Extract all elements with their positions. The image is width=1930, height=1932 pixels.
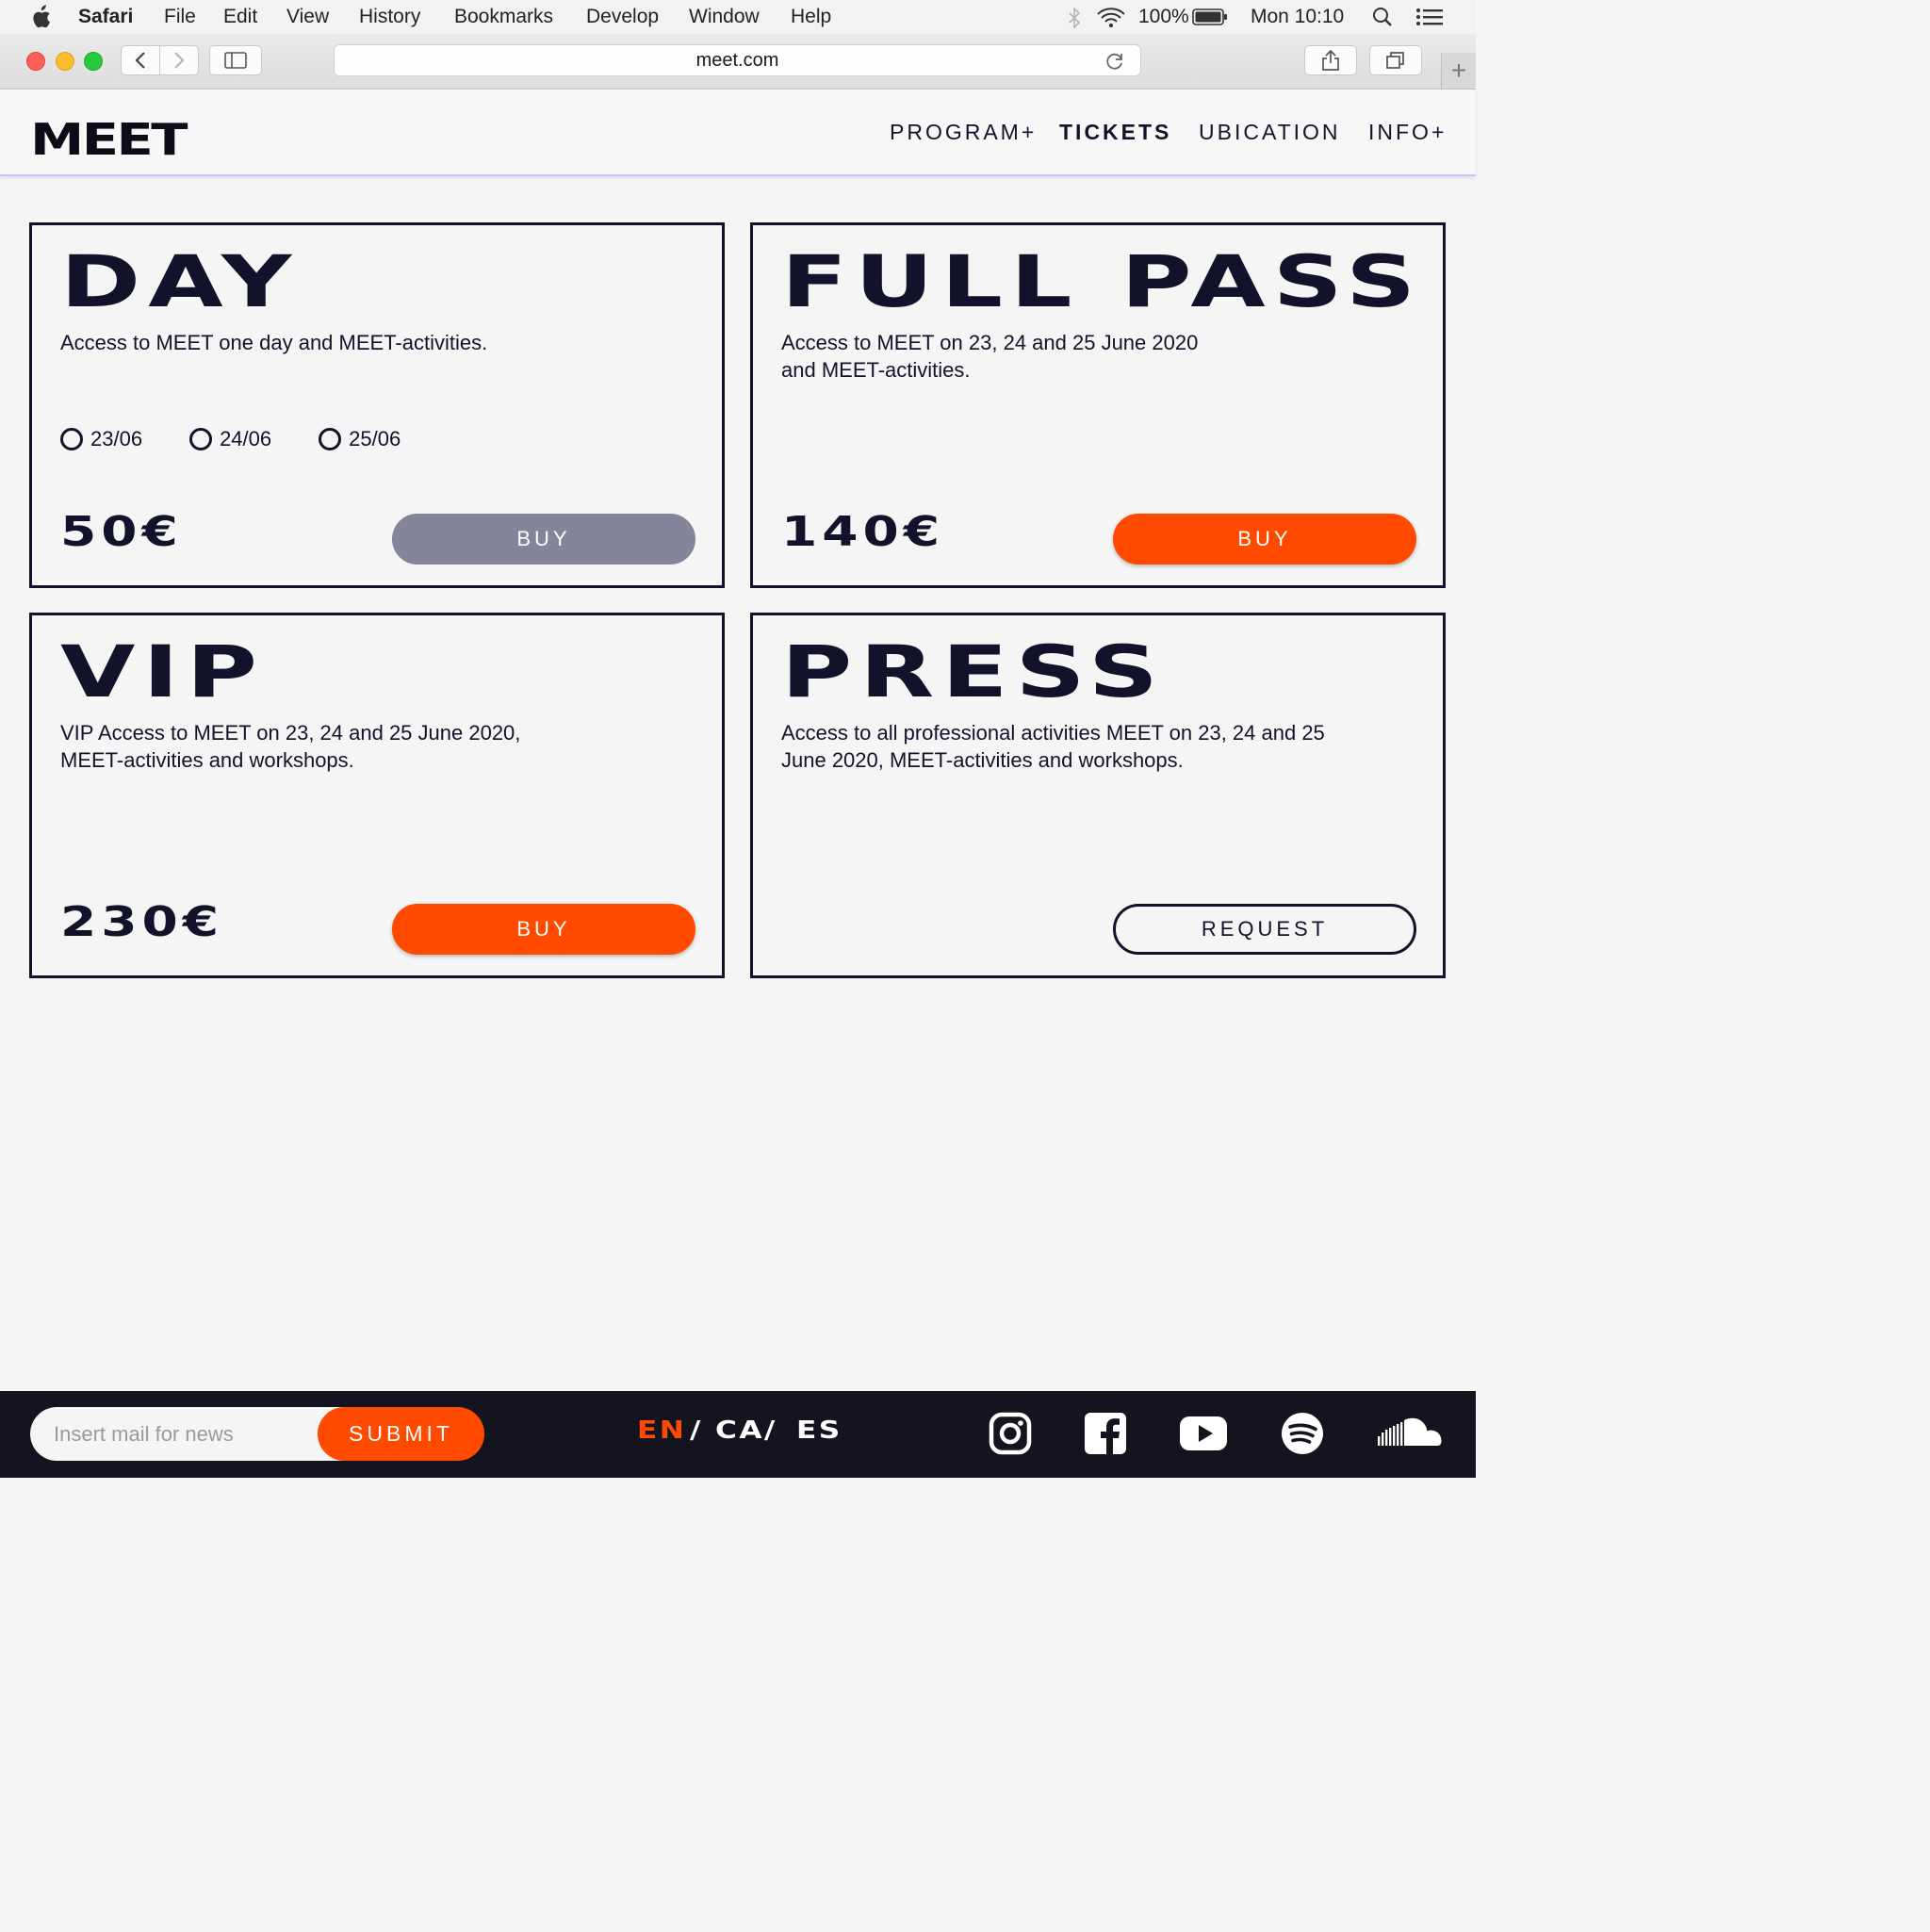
ticket-description: Access to MEET one day and MEET-activiti… [60, 331, 488, 354]
ticket-title: PRESS [781, 630, 1166, 713]
apple-icon[interactable] [30, 5, 51, 29]
radio-button[interactable] [60, 428, 83, 450]
macos-menubar: Safari File Edit View History Bookmarks … [0, 0, 1476, 34]
soundcloud-icon[interactable] [1375, 1412, 1447, 1455]
sidebar-toggle-button[interactable] [209, 45, 262, 75]
ticket-price: 140€ [781, 508, 945, 556]
ticket-price: 230€ [60, 898, 224, 946]
language-en[interactable]: EN [637, 1416, 686, 1445]
chevron-right-icon [174, 52, 185, 69]
ticket-description: Access to all professional activities ME… [781, 719, 1325, 774]
description-line: VIP Access to MEET on 23, 24 and 25 June… [60, 721, 521, 745]
share-button[interactable] [1304, 45, 1357, 75]
buy-button-day[interactable]: BUY [392, 514, 695, 565]
description-line: Access to all professional activities ME… [781, 721, 1325, 745]
battery-icon[interactable] [1192, 8, 1228, 25]
radio-button[interactable] [319, 428, 342, 450]
menu-file[interactable]: File [164, 6, 196, 28]
menu-app-safari[interactable]: Safari [78, 6, 133, 28]
menu-help[interactable]: Help [791, 6, 831, 28]
language-es[interactable]: ES [796, 1416, 842, 1445]
close-window-button[interactable] [26, 52, 45, 71]
ticket-card-press: PRESS Access to all professional activit… [750, 613, 1446, 978]
description-line: and MEET-activities. [781, 358, 971, 382]
site-header: MEET PROGRAM+ TICKETS UBICATION INFO+ [0, 90, 1476, 176]
battery-percent: 100% [1138, 6, 1189, 27]
ticket-description: VIP Access to MEET on 23, 24 and 25 June… [60, 719, 520, 774]
request-button-press[interactable]: REQUEST [1113, 904, 1416, 955]
menu-history[interactable]: History [359, 6, 420, 28]
notification-center-icon[interactable] [1415, 8, 1444, 26]
menubar-clock[interactable]: Mon 10:10 [1251, 6, 1344, 28]
description-line: June 2020, MEET-activities and workshops… [781, 748, 1184, 772]
ticket-title: VIP [60, 630, 266, 713]
nav-info[interactable]: INFO+ [1368, 120, 1447, 145]
wifi-icon[interactable] [1096, 7, 1126, 27]
menu-edit[interactable]: Edit [223, 6, 257, 28]
nav-ubication[interactable]: UBICATION [1199, 120, 1341, 145]
ticket-title: FULL PASS [781, 239, 1424, 323]
sidebar-icon [224, 52, 247, 69]
menu-bookmarks[interactable]: Bookmarks [454, 6, 553, 28]
ticket-card-day: DAY Access to MEET one day and MEET-acti… [29, 222, 725, 588]
tabs-icon [1386, 52, 1404, 69]
forward-button[interactable] [159, 45, 199, 75]
ticket-price: 50€ [60, 508, 183, 556]
nav-program[interactable]: PROGRAM+ [890, 120, 1037, 145]
newsletter-submit-button[interactable]: SUBMIT [318, 1407, 484, 1461]
bluetooth-icon[interactable] [1067, 8, 1082, 28]
minimize-window-button[interactable] [56, 52, 74, 71]
plus-icon: + [1450, 56, 1467, 85]
chevron-left-icon [135, 52, 145, 69]
site-footer: Insert mail for news SUBMIT EN / CA/ ES [0, 1391, 1476, 1478]
date-option-23-06[interactable]: 23/06 [60, 427, 142, 451]
description-line: MEET-activities and workshops. [60, 748, 354, 772]
ticket-card-vip: VIP VIP Access to MEET on 23, 24 and 25 … [29, 613, 725, 978]
date-option-25-06[interactable]: 25/06 [319, 427, 401, 451]
spotify-icon[interactable] [1281, 1412, 1324, 1455]
site-logo[interactable]: MEET [30, 114, 188, 165]
date-option-24-06[interactable]: 24/06 [189, 427, 271, 451]
ticket-description: Access to MEET on 23, 24 and 25 June 202… [781, 329, 1198, 384]
ticket-card-full-pass: FULL PASS Access to MEET on 23, 24 and 2… [750, 222, 1446, 588]
facebook-icon[interactable] [1084, 1412, 1127, 1455]
tab-overview-button[interactable] [1369, 45, 1422, 75]
browser-toolbar: meet.com [0, 34, 1476, 90]
back-button[interactable] [121, 45, 160, 75]
description-line: Access to MEET on 23, 24 and 25 June 202… [781, 331, 1199, 354]
menu-develop[interactable]: Develop [586, 6, 659, 28]
nav-tickets[interactable]: TICKETS [1059, 120, 1171, 145]
address-bar[interactable]: meet.com [334, 44, 1141, 76]
language-ca[interactable]: / CA/ [690, 1416, 777, 1445]
instagram-icon[interactable] [989, 1412, 1032, 1455]
new-tab-button[interactable]: + [1441, 53, 1476, 89]
menu-window[interactable]: Window [689, 6, 760, 28]
spotlight-search-icon[interactable] [1372, 7, 1393, 27]
date-label: 24/06 [220, 427, 272, 450]
buy-button-full-pass[interactable]: BUY [1113, 514, 1416, 565]
buy-button-vip[interactable]: BUY [392, 904, 695, 955]
url-text: meet.com [695, 49, 779, 71]
share-icon [1322, 49, 1339, 71]
menu-view[interactable]: View [286, 6, 329, 28]
radio-button[interactable] [189, 428, 213, 450]
zoom-window-button[interactable] [84, 52, 103, 71]
date-label: 25/06 [349, 427, 401, 450]
ticket-title: DAY [60, 239, 300, 323]
youtube-icon[interactable] [1179, 1412, 1228, 1455]
date-radio-group: 23/06 24/06 25/06 [60, 427, 448, 451]
reload-icon[interactable] [1104, 51, 1125, 72]
date-label: 23/06 [90, 427, 143, 450]
